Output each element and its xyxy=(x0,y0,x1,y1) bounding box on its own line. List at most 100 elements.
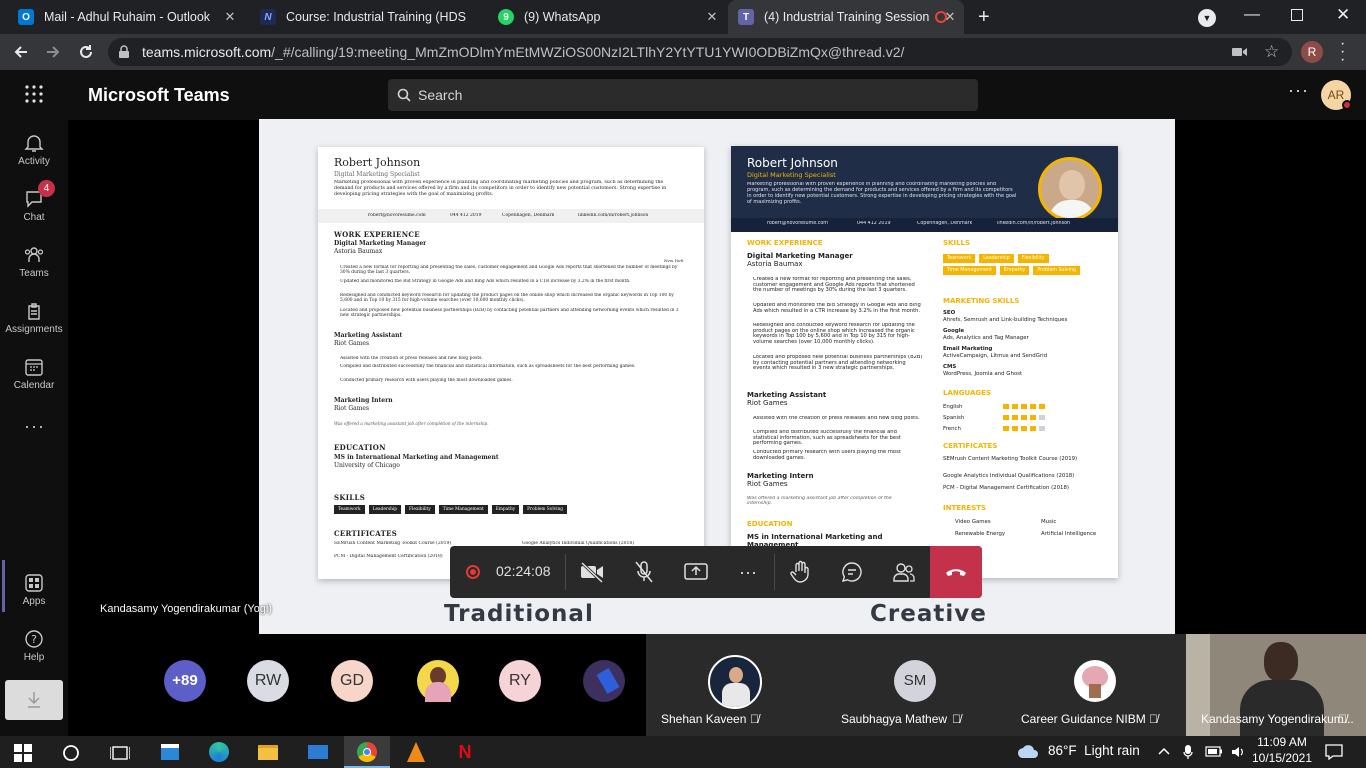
camera-permission-icon[interactable] xyxy=(1232,46,1248,58)
skill-tag: Flexibility xyxy=(1017,254,1049,263)
mic-toggle-button[interactable] xyxy=(618,546,670,598)
bookmark-star-icon[interactable]: ☆ xyxy=(1264,38,1279,66)
chat-badge: 4 xyxy=(38,180,55,197)
avatar[interactable]: SM xyxy=(894,660,936,702)
browser-menu-icon[interactable]: · · · xyxy=(1340,36,1345,68)
teams-icon xyxy=(24,247,44,262)
section-languages: LANGUAGES xyxy=(943,389,991,397)
tab-course[interactable]: N Course: Industrial Training (HDSE xyxy=(244,0,488,34)
resume-role: Digital Marketing Specialist xyxy=(747,171,836,179)
file-explorer-icon[interactable] xyxy=(256,740,280,764)
rail-activity[interactable]: Activity xyxy=(0,124,68,180)
more-apps-icon[interactable]: ··· xyxy=(24,416,45,437)
back-icon[interactable] xyxy=(12,43,30,61)
teams-icon: T xyxy=(738,9,754,25)
avatar[interactable]: RY xyxy=(499,660,541,702)
app-launcher-icon[interactable] xyxy=(24,84,44,104)
rail-teams[interactable]: Teams xyxy=(0,236,68,292)
mic-muted-icon: 🎙̸ xyxy=(1338,712,1347,726)
close-tab-icon[interactable]: ✕ xyxy=(942,9,958,25)
recording-icon xyxy=(466,565,480,579)
hang-up-button[interactable] xyxy=(930,546,982,598)
contact-linkedin: linkedin.com/in/robert.johnson xyxy=(997,221,1071,226)
avatar-photo[interactable] xyxy=(583,660,625,702)
show-participants-button[interactable] xyxy=(878,546,930,598)
mskill-detail: Ads, Analytics and Tag Manager xyxy=(943,335,1029,341)
rail-label: Teams xyxy=(19,268,49,279)
minimize-button[interactable]: — xyxy=(1244,6,1260,24)
avatar[interactable]: GD xyxy=(331,660,373,702)
raise-hand-button[interactable] xyxy=(774,546,826,598)
search-input[interactable]: Search xyxy=(388,79,978,111)
interest-item: Music xyxy=(1041,519,1057,525)
netflix-icon[interactable]: N xyxy=(453,740,477,764)
job1-city: New York xyxy=(664,258,684,263)
close-tab-icon[interactable]: ✕ xyxy=(704,9,720,25)
new-tab-button[interactable]: + xyxy=(978,6,990,29)
chrome-icon[interactable] xyxy=(355,740,379,764)
chevron-up-icon[interactable] xyxy=(1157,746,1171,756)
edu-school: University of Chicago xyxy=(334,462,400,469)
tab-teams-session[interactable]: T (4) Industrial Training Session ✕ xyxy=(728,0,964,34)
profile-avatar[interactable]: R xyxy=(1301,41,1323,63)
rail-help[interactable]: ? Help xyxy=(0,620,68,676)
maximize-button[interactable] xyxy=(1291,9,1303,21)
rail-calendar[interactable]: Calendar xyxy=(0,348,68,404)
rail-apps[interactable]: Apps xyxy=(0,564,68,620)
overflow-participants-button[interactable]: +89 xyxy=(164,660,206,702)
job3-title: Marketing Intern xyxy=(747,472,814,480)
vlc-icon[interactable] xyxy=(404,740,428,764)
clock-time[interactable]: 11:09 AM xyxy=(1255,735,1309,749)
level-dot xyxy=(1003,426,1009,431)
whatsapp-icon: 9 xyxy=(498,9,514,25)
mail-icon[interactable] xyxy=(306,740,330,764)
active-speaker-avatar[interactable] xyxy=(708,655,762,709)
cortana-search-icon[interactable] xyxy=(62,744,80,762)
job1-company: Astoria Baumax xyxy=(747,260,803,268)
contact-email: robert@novoresume.com xyxy=(767,221,828,226)
tab-title: (4) Industrial Training Session xyxy=(764,10,930,24)
url-field[interactable]: teams.microsoft.com/_#/calling/19:meetin… xyxy=(108,38,1292,66)
tab-search-icon[interactable]: ▼ xyxy=(1198,9,1216,27)
close-window-button[interactable]: ✕ xyxy=(1336,5,1350,25)
share-screen-button[interactable] xyxy=(670,546,722,598)
battery-icon[interactable] xyxy=(1205,746,1223,757)
section-work: WORK EXPERIENCE xyxy=(747,239,823,247)
notifications-icon[interactable] xyxy=(1325,744,1343,760)
download-button[interactable] xyxy=(5,680,63,720)
contact-phone: 044 412 2019 xyxy=(857,221,891,226)
skill-tag: Problem Solving xyxy=(1033,266,1081,275)
rail-assignments[interactable]: Assignments xyxy=(0,292,68,348)
job2-title: Marketing Assistant xyxy=(334,332,403,339)
avatar[interactable]: RW xyxy=(247,660,289,702)
tab-whatsapp[interactable]: 9 (9) WhatsApp ✕ xyxy=(486,0,726,34)
call-control-bar: 02:24:08 ··· xyxy=(450,546,982,598)
camera-toggle-button[interactable] xyxy=(566,546,618,598)
job1-bullet: Located and proposed new potential busin… xyxy=(753,355,923,372)
job2-bullet: Assisted with the creation of press rele… xyxy=(753,416,920,421)
show-conversation-button[interactable] xyxy=(826,546,878,598)
rail-chat[interactable]: Chat 4 xyxy=(0,180,68,236)
help-icon: ? xyxy=(25,630,43,648)
more-options-icon[interactable]: ··· xyxy=(1288,80,1309,101)
close-tab-icon[interactable]: ✕ xyxy=(222,9,238,25)
rail-label: Help xyxy=(23,652,45,663)
more-actions-icon[interactable]: ··· xyxy=(722,546,774,598)
task-view-icon[interactable] xyxy=(110,744,130,762)
windows-start-icon[interactable] xyxy=(14,744,32,762)
job2-company: Riot Games xyxy=(747,399,788,407)
store-icon[interactable] xyxy=(158,740,182,764)
profile-photo xyxy=(1038,157,1102,221)
clock-date[interactable]: 10/15/2021 xyxy=(1251,751,1313,765)
section-interests: INTERESTS xyxy=(943,504,987,512)
reload-icon[interactable] xyxy=(77,43,95,61)
edge-icon[interactable] xyxy=(207,740,231,764)
volume-icon[interactable] xyxy=(1230,744,1246,760)
avatar-photo[interactable] xyxy=(1074,660,1116,702)
microphone-icon[interactable] xyxy=(1183,744,1193,760)
avatar-photo[interactable] xyxy=(417,660,459,702)
forward-icon[interactable] xyxy=(44,43,62,61)
weather-text[interactable]: 86°F Light rain xyxy=(1048,743,1140,758)
tab-outlook[interactable]: O Mail - Adhul Ruhaim - Outlook ✕ xyxy=(0,0,244,34)
mskill-detail: ActiveCampaign, Litmus and SendGrid xyxy=(943,353,1048,359)
